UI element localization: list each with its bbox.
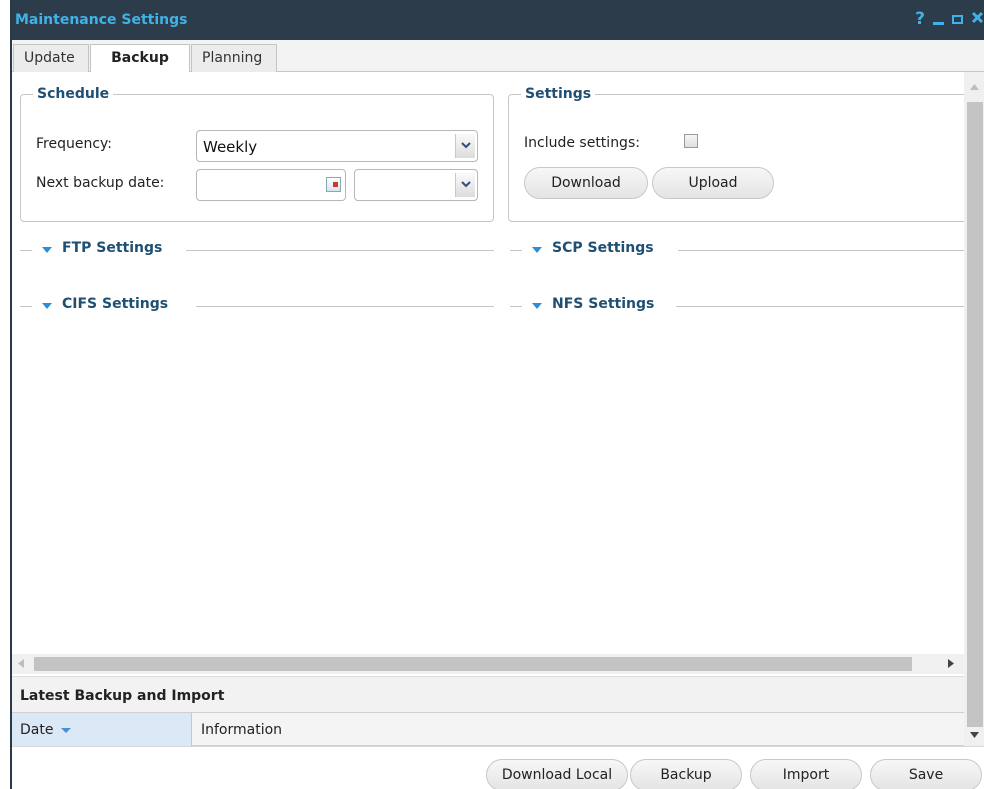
scroll-left-icon[interactable] bbox=[18, 659, 24, 668]
calendar-icon[interactable] bbox=[326, 177, 341, 192]
close-icon[interactable] bbox=[971, 9, 984, 29]
tab-planning[interactable]: Planning bbox=[191, 44, 277, 72]
scroll-down-icon[interactable] bbox=[970, 732, 979, 738]
horizontal-scroll-thumb[interactable] bbox=[34, 657, 912, 671]
cifs-settings-title[interactable]: CIFS Settings bbox=[62, 296, 168, 312]
expand-triangle-icon[interactable] bbox=[42, 303, 52, 310]
minimize-icon[interactable] bbox=[933, 21, 944, 25]
column-header-date[interactable]: Date bbox=[12, 713, 192, 746]
scp-settings-title[interactable]: SCP Settings bbox=[552, 240, 654, 256]
backup-button[interactable]: Backup bbox=[630, 759, 742, 789]
maximize-icon[interactable] bbox=[952, 14, 963, 24]
nfs-settings-title[interactable]: NFS Settings bbox=[552, 296, 654, 312]
save-button[interactable]: Save bbox=[870, 759, 982, 789]
nfs-settings-section[interactable]: NFS Settings bbox=[510, 296, 964, 316]
schedule-legend: Schedule bbox=[37, 86, 110, 102]
scroll-up-icon[interactable] bbox=[970, 84, 979, 90]
next-backup-date-input[interactable] bbox=[196, 169, 346, 201]
sort-down-icon bbox=[61, 728, 71, 733]
chevron-down-icon[interactable] bbox=[455, 134, 475, 158]
scp-settings-section[interactable]: SCP Settings bbox=[510, 240, 964, 260]
latest-backup-grid-header: Date Information bbox=[12, 712, 964, 746]
import-button[interactable]: Import bbox=[750, 759, 862, 789]
window-title: Maintenance Settings bbox=[15, 12, 188, 28]
scroll-right-icon[interactable] bbox=[948, 659, 954, 668]
ftp-settings-title[interactable]: FTP Settings bbox=[62, 240, 162, 256]
column-header-information[interactable]: Information bbox=[193, 713, 963, 746]
settings-legend: Settings bbox=[525, 86, 592, 102]
expand-triangle-icon[interactable] bbox=[42, 247, 52, 254]
frequency-label: Frequency: bbox=[36, 136, 113, 152]
settings-fieldset: Settings bbox=[508, 86, 964, 222]
chevron-down-icon[interactable] bbox=[455, 173, 475, 197]
expand-triangle-icon[interactable] bbox=[532, 247, 542, 254]
vertical-scroll-thumb[interactable] bbox=[967, 102, 983, 727]
tab-bar: Update Backup Planning bbox=[12, 40, 984, 73]
tab-backup[interactable]: Backup bbox=[90, 44, 190, 73]
vertical-scrollbar[interactable] bbox=[964, 72, 984, 752]
latest-backup-title: Latest Backup and Import bbox=[20, 688, 225, 704]
frequency-value: Weekly bbox=[203, 138, 258, 156]
horizontal-scrollbar[interactable] bbox=[12, 654, 964, 674]
ftp-settings-section[interactable]: FTP Settings bbox=[20, 240, 494, 260]
column-date-label: Date bbox=[20, 722, 54, 738]
maintenance-settings-window: Maintenance Settings ? Update Backup Pla… bbox=[10, 0, 984, 789]
footer-toolbar: Download Local Backup Import Save bbox=[12, 746, 984, 789]
window-controls: ? bbox=[915, 9, 984, 29]
cifs-settings-section[interactable]: CIFS Settings bbox=[20, 296, 494, 316]
next-backup-time-select[interactable] bbox=[354, 169, 478, 201]
tab-update[interactable]: Update bbox=[13, 44, 89, 72]
download-local-button[interactable]: Download Local bbox=[486, 759, 628, 789]
frequency-select[interactable]: Weekly bbox=[196, 130, 478, 162]
column-information-label: Information bbox=[201, 722, 283, 738]
download-button[interactable]: Download bbox=[524, 167, 648, 199]
include-settings-label: Include settings: bbox=[524, 135, 640, 151]
include-settings-checkbox[interactable] bbox=[684, 134, 698, 148]
next-backup-date-label: Next backup date: bbox=[36, 175, 165, 191]
help-icon[interactable]: ? bbox=[915, 9, 925, 29]
latest-backup-panel-header: Latest Backup and Import bbox=[12, 676, 964, 712]
title-bar[interactable]: Maintenance Settings ? bbox=[12, 0, 984, 40]
upload-button[interactable]: Upload bbox=[652, 167, 774, 199]
backup-content: Schedule Frequency: Weekly Next backup d… bbox=[12, 72, 964, 654]
expand-triangle-icon[interactable] bbox=[532, 303, 542, 310]
